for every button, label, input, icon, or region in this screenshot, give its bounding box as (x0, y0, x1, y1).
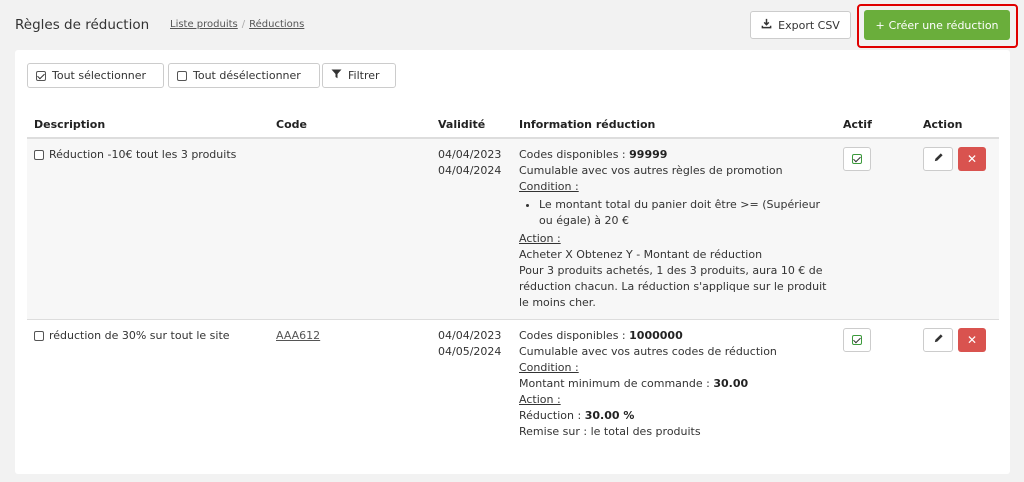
code-link[interactable]: AAA612 (276, 329, 320, 342)
export-csv-label: Export CSV (778, 18, 840, 32)
table-row: Réduction -10€ tout les 3 produits 04/04… (27, 139, 999, 320)
table-row: réduction de 30% sur tout le site AAA612… (27, 321, 999, 445)
description-text: Réduction -10€ tout les 3 produits (49, 148, 237, 161)
filter-button[interactable]: Filtrer (322, 63, 396, 88)
deselect-all-button[interactable]: Tout désélectionner (168, 63, 320, 88)
valid-from: 04/04/2023 (438, 329, 502, 342)
condition-value: 30.00 (713, 377, 749, 390)
select-all-label: Tout sélectionner (52, 69, 147, 82)
breadcrumb-link-products[interactable]: Liste produits (170, 19, 238, 30)
delete-button[interactable]: ✕ (958, 147, 986, 171)
page-title: Règles de réduction (15, 17, 150, 33)
reduction-info: Codes disponibles : 99999 Cumulable avec… (519, 147, 829, 311)
column-header-active: Actif (843, 118, 872, 131)
condition-label: Condition : (519, 361, 579, 374)
close-icon: ✕ (966, 333, 978, 347)
export-csv-button[interactable]: Export CSV (750, 11, 851, 39)
delete-button[interactable]: ✕ (958, 328, 986, 352)
checkbox-checked-icon (36, 70, 46, 81)
select-all-button[interactable]: Tout sélectionner (27, 63, 164, 88)
column-header-code: Code (276, 118, 307, 131)
cumul-text: Cumulable avec vos autres règles de prom… (519, 164, 783, 177)
action-detail: Pour 3 produits achetés, 1 des 3 produit… (519, 264, 827, 309)
column-header-description: Description (34, 118, 106, 131)
column-header-action: Action (923, 118, 963, 131)
action-label: Action : (519, 393, 561, 406)
validity: 04/04/2023 04/05/2024 (438, 328, 518, 360)
row-code[interactable]: AAA612 (276, 328, 320, 344)
codes-count: 99999 (629, 148, 668, 161)
codes-available: Codes disponibles : 1000000 (519, 329, 683, 342)
validity: 04/04/2023 04/04/2024 (438, 147, 518, 179)
description-text: réduction de 30% sur tout le site (49, 329, 230, 342)
page-header: Règles de réduction Liste produits / Réduc… (0, 0, 1024, 50)
row-checkbox[interactable] (34, 150, 44, 160)
reduction-value: 30.00 % (584, 409, 635, 422)
pencil-icon (933, 152, 944, 166)
reduction-info: Codes disponibles : 1000000 Cumulable av… (519, 328, 829, 440)
row-description[interactable]: Réduction -10€ tout les 3 produits (34, 147, 236, 163)
row-checkbox[interactable] (34, 331, 44, 341)
column-header-info: Information réduction (519, 118, 656, 131)
deselect-all-label: Tout désélectionner (193, 69, 301, 82)
valid-to: 04/04/2024 (438, 164, 502, 177)
breadcrumb-link-reductions[interactable]: Réductions (249, 19, 304, 30)
download-icon (761, 18, 772, 32)
breadcrumb: Liste produits / Réductions (170, 19, 304, 30)
create-reduction-button[interactable]: + Créer une réduction (864, 10, 1010, 40)
valid-to: 04/05/2024 (438, 345, 502, 358)
remise-text: Remise sur : le total des produits (519, 425, 701, 438)
cumul-text: Cumulable avec vos autres codes de réduc… (519, 345, 777, 358)
edit-button[interactable] (923, 147, 953, 171)
condition-item: Le montant total du panier doit être >= … (539, 197, 829, 229)
plus-icon: + (875, 18, 885, 32)
condition-text: Montant minimum de commande : 30.00 (519, 377, 749, 390)
active-toggle[interactable] (843, 147, 871, 171)
pencil-icon (933, 333, 944, 347)
check-square-icon (852, 335, 862, 345)
row-description[interactable]: réduction de 30% sur tout le site (34, 328, 230, 344)
funnel-icon (331, 69, 342, 82)
reduction-text: Réduction : 30.00 % (519, 409, 635, 422)
codes-count: 1000000 (629, 329, 683, 342)
filter-label: Filtrer (348, 69, 380, 82)
condition-list: Le montant total du panier doit être >= … (519, 197, 829, 229)
column-header-validity: Validité (438, 118, 486, 131)
codes-available: Codes disponibles : 99999 (519, 148, 668, 161)
check-square-icon (852, 154, 862, 164)
create-button-highlight: + Créer une réduction (857, 4, 1018, 48)
close-icon: ✕ (966, 152, 978, 166)
create-reduction-label: Créer une réduction (888, 18, 999, 32)
active-toggle[interactable] (843, 328, 871, 352)
condition-label: Condition : (519, 180, 579, 193)
action-type: Acheter X Obtenez Y - Montant de réducti… (519, 248, 763, 261)
reductions-panel: Tout sélectionner Tout désélectionner Fi… (15, 50, 1010, 474)
action-label: Action : (519, 232, 561, 245)
checkbox-empty-icon (177, 70, 187, 81)
edit-button[interactable] (923, 328, 953, 352)
breadcrumb-separator: / (241, 19, 246, 30)
valid-from: 04/04/2023 (438, 148, 502, 161)
